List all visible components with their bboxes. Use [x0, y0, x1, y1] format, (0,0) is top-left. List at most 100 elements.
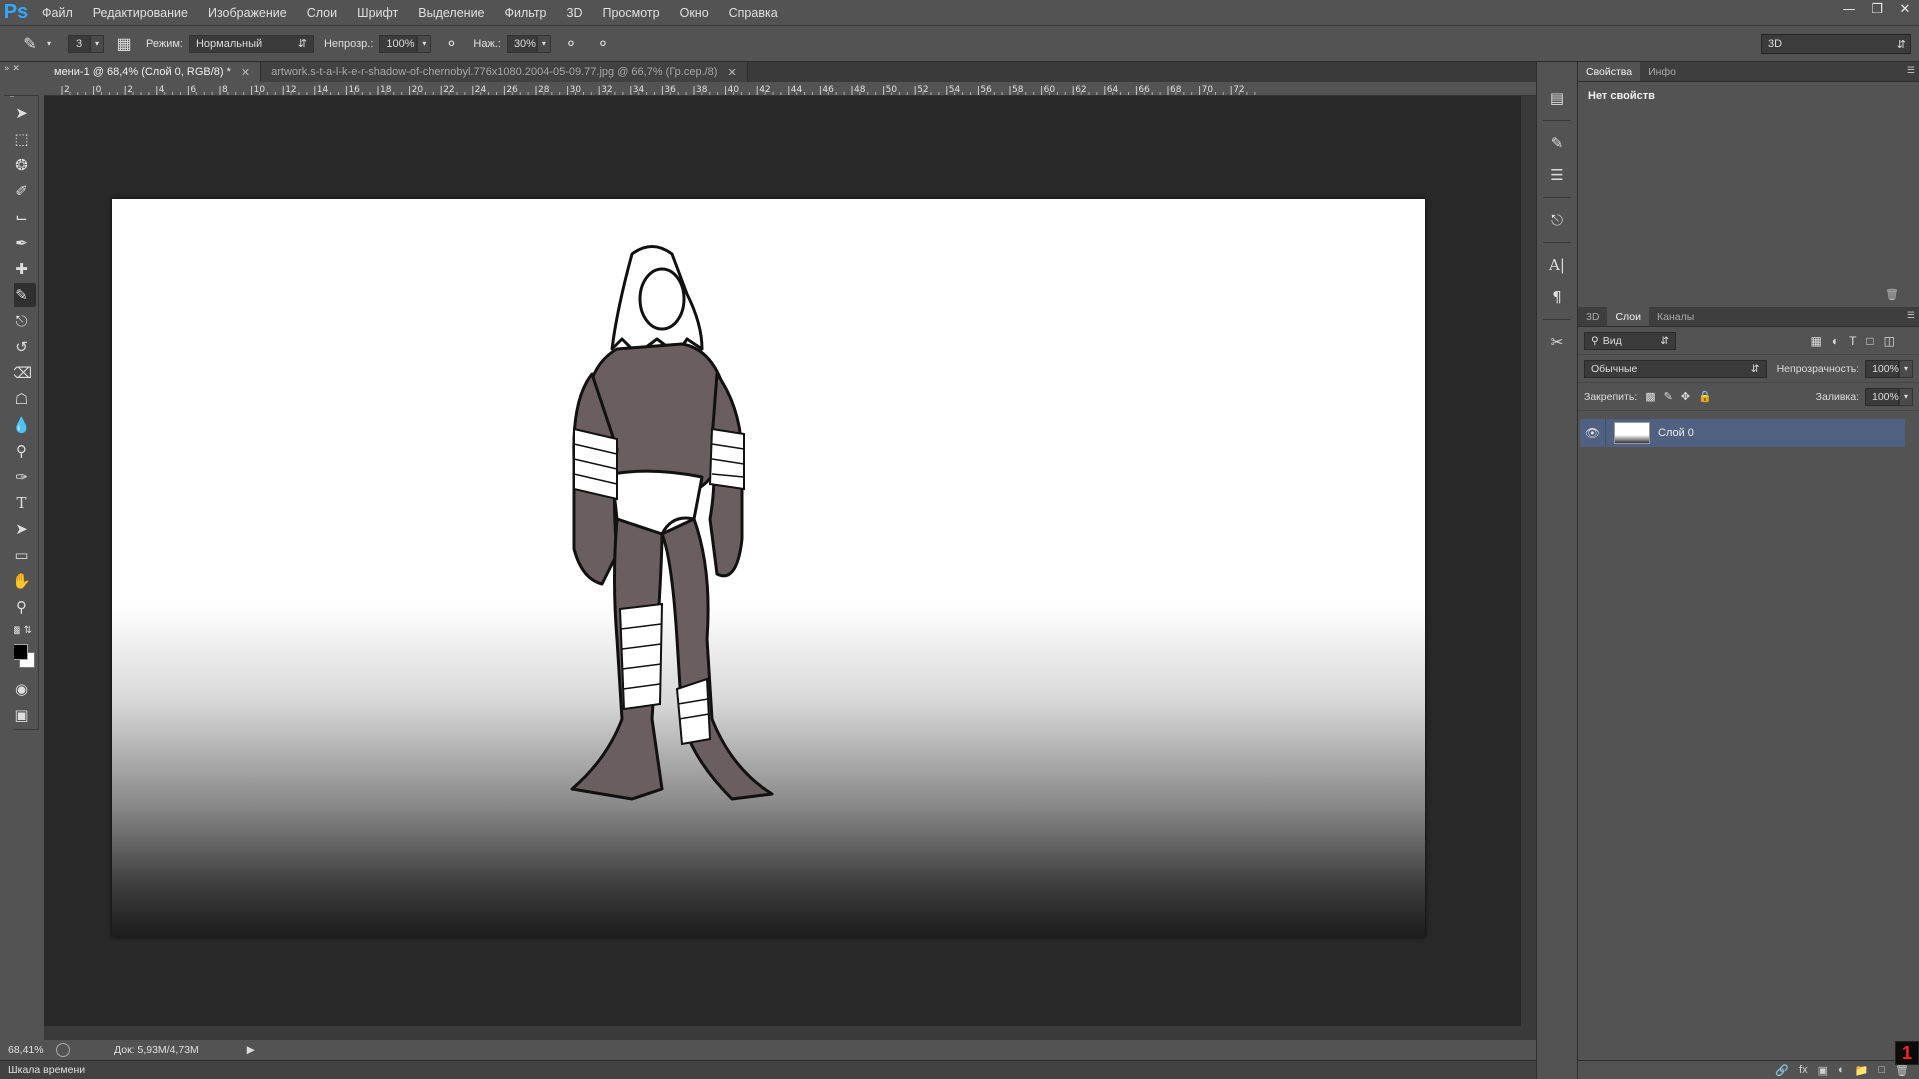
menu-type[interactable]: Шрифт — [347, 6, 408, 20]
adjustment-icon[interactable]: ◐ — [1838, 1064, 1845, 1076]
fx-icon[interactable]: fx — [1799, 1064, 1808, 1076]
mode-select[interactable]: Нормальный ⇵ — [188, 34, 314, 53]
filter-adjustment-icon[interactable]: ◐ — [1832, 334, 1839, 348]
menu-select[interactable]: Выделение — [408, 6, 494, 20]
menu-view[interactable]: Просмотр — [593, 6, 670, 20]
ruler-horizontal[interactable]: 2 0 2 4 6 8 10 12 14 16 18 20 22 24 26 28 30 32 34 36 38 40 42… — [44, 82, 1536, 96]
restore-icon[interactable]: ❐ — [1863, 0, 1891, 18]
layer-opacity-field[interactable]: 100% — [1865, 359, 1900, 378]
minimize-icon[interactable]: — — [1835, 0, 1863, 18]
layer-row[interactable]: 👁 Слой 0 — [1580, 419, 1905, 447]
lock-all-icon[interactable]: 🔒 — [1698, 390, 1712, 403]
chevron-down-icon[interactable]: ▾ — [42, 35, 56, 53]
eye-icon[interactable]: 👁 — [1580, 419, 1606, 447]
mask-icon[interactable]: ▣ — [1818, 1064, 1828, 1077]
close-icon[interactable]: ✕ — [241, 66, 250, 79]
character-icon[interactable]: A| — [1544, 252, 1570, 278]
brush-size-field[interactable]: 3 — [68, 34, 90, 53]
vertical-scrollbar[interactable] — [1521, 96, 1536, 1040]
tab-info[interactable]: Инфо — [1640, 62, 1684, 81]
pressure-label: Наж.: — [473, 37, 501, 50]
ruler-tick-label: 0 — [96, 85, 102, 95]
mode-value: Нормальный — [195, 37, 263, 50]
filter-smart-object-icon[interactable]: ◫ — [1884, 334, 1895, 348]
status-bar: 68,41% Док: 5,93M/4,73M ▶ — [0, 1040, 1536, 1060]
menu-file[interactable]: Файл — [32, 6, 83, 20]
close-icon[interactable]: ✕ — [727, 66, 736, 79]
menu-window[interactable]: Окно — [670, 6, 719, 20]
options-bar: ✎ ▾ 3 ▾ ▦ Режим: Нормальный ⇵ Непрозр.: 1… — [0, 25, 1919, 62]
canvas-area[interactable] — [44, 96, 1536, 1040]
pressure-field[interactable]: 30% — [506, 34, 537, 53]
menu-image[interactable]: Изображение — [198, 6, 297, 20]
lock-transparency-icon[interactable]: ▩ — [1645, 390, 1655, 403]
close-icon[interactable]: ✕ — [1891, 0, 1919, 18]
ruler-vertical[interactable] — [0, 95, 14, 1040]
panel-icon-strip: ▤ ✎ ☰ ⎋ A| ¶ ✂ — [1536, 62, 1578, 1079]
properties-tabs: Свойства Инфо ☰ — [1578, 62, 1919, 82]
arrow-right-icon[interactable]: ▶ — [247, 1044, 255, 1056]
layer-opacity-label: Непрозрачность: — [1776, 362, 1860, 375]
tool-presets-icon[interactable]: ✂ — [1544, 329, 1570, 355]
tab-document-1[interactable]: мени-1 @ 68,4% (Слой 0, RGB/8) * ✕ — [44, 62, 262, 82]
trash-icon[interactable]: 🗑 — [1885, 288, 1899, 301]
filter-pixel-icon[interactable]: ▦ — [1810, 334, 1821, 348]
menu-layers[interactable]: Слои — [297, 6, 347, 20]
pressure-opacity-icon[interactable]: ⚬ — [439, 32, 463, 56]
airbrush-icon[interactable]: ⚬ — [559, 32, 583, 56]
timeline-label[interactable]: Шкала времени — [8, 1064, 85, 1076]
fill-field[interactable]: 100% — [1865, 387, 1899, 406]
opacity-label: Непрозр.: — [323, 37, 374, 50]
lock-position-icon[interactable]: ✥ — [1681, 390, 1690, 403]
lock-pixels-icon[interactable]: ✎ — [1664, 390, 1673, 403]
link-icon[interactable]: 🔗 — [1775, 1064, 1789, 1077]
menu-filter[interactable]: Фильтр — [495, 6, 557, 20]
share-icon[interactable] — [56, 1043, 70, 1057]
paragraph-icon[interactable]: ¶ — [1544, 284, 1570, 310]
blend-mode-value: Обычные — [1591, 362, 1638, 375]
menu-help[interactable]: Справка — [719, 6, 788, 20]
ruler-tick-label: 4 — [159, 85, 165, 95]
ruler-ticks: 2 0 2 4 6 8 10 12 14 16 18 20 22 24 26 28 30 32 34 36 38 40 42… — [61, 85, 1256, 95]
panel-menu-icon[interactable]: ☰ — [1907, 65, 1915, 76]
filter-type-icon[interactable]: T — [1849, 334, 1856, 348]
search-icon: ⚲ — [1591, 334, 1599, 347]
clone-source-icon[interactable]: ⎋ — [1544, 207, 1570, 233]
opacity-field[interactable]: 100% — [379, 34, 418, 53]
layer-opacity-dropdown[interactable]: ▾ — [1899, 359, 1913, 378]
layer-name[interactable]: Слой 0 — [1658, 427, 1694, 439]
layer-filter-select[interactable]: ⚲ Вид ⇵ — [1584, 331, 1676, 350]
new-layer-icon[interactable]: □ — [1878, 1064, 1885, 1076]
document-canvas[interactable] — [112, 199, 1425, 937]
brush-panel-icon[interactable]: ▦ — [112, 32, 136, 56]
brush-preset-icon[interactable]: ✎ — [18, 32, 42, 56]
notification-badge: 1 — [1895, 1041, 1919, 1065]
tab-3d[interactable]: 3D — [1578, 307, 1607, 326]
pressure-size-icon[interactable]: ⚬ — [591, 32, 615, 56]
fill-dropdown[interactable]: ▾ — [1899, 387, 1913, 406]
pressure-dropdown[interactable]: ▾ — [536, 34, 551, 53]
blend-mode-select[interactable]: Обычные ⇵ — [1584, 359, 1767, 378]
menu-3d[interactable]: 3D — [557, 6, 593, 20]
trash-icon[interactable]: 🗑 — [1895, 1064, 1909, 1077]
collapse-toolbar-icon[interactable]: » ✕ — [4, 64, 34, 76]
zoom-level[interactable]: 68,41% — [8, 1044, 50, 1056]
ruler-tick-label: 2 — [64, 85, 70, 95]
tab-layers[interactable]: Слои — [1607, 307, 1649, 326]
workspace-select[interactable]: 3D ⇵ — [1761, 34, 1911, 54]
tab-document-2[interactable]: artwork.s-t-a-l-k-e-r-shadow-of-chernoby… — [261, 62, 748, 82]
brush-settings-icon[interactable]: ☰ — [1544, 162, 1570, 188]
blend-row: Обычные ⇵ Непрозрачность: 100% ▾ — [1578, 355, 1919, 383]
horizontal-scrollbar[interactable] — [44, 1026, 1521, 1040]
window-controls: — ❐ ✕ — [1835, 0, 1919, 20]
brush-presets-icon[interactable]: ✎ — [1544, 130, 1570, 156]
menu-edit[interactable]: Редактирование — [83, 6, 198, 20]
tab-channels[interactable]: Каналы — [1649, 307, 1702, 326]
opacity-dropdown[interactable]: ▾ — [417, 34, 432, 53]
tab-properties[interactable]: Свойства — [1578, 62, 1641, 81]
history-icon[interactable]: ▤ — [1544, 85, 1570, 111]
filter-shape-icon[interactable]: □ — [1866, 334, 1873, 348]
panel-menu-icon[interactable]: ☰ — [1907, 310, 1915, 321]
folder-icon[interactable]: 📁 — [1855, 1064, 1869, 1077]
brush-size-dropdown[interactable]: ▾ — [90, 34, 104, 53]
